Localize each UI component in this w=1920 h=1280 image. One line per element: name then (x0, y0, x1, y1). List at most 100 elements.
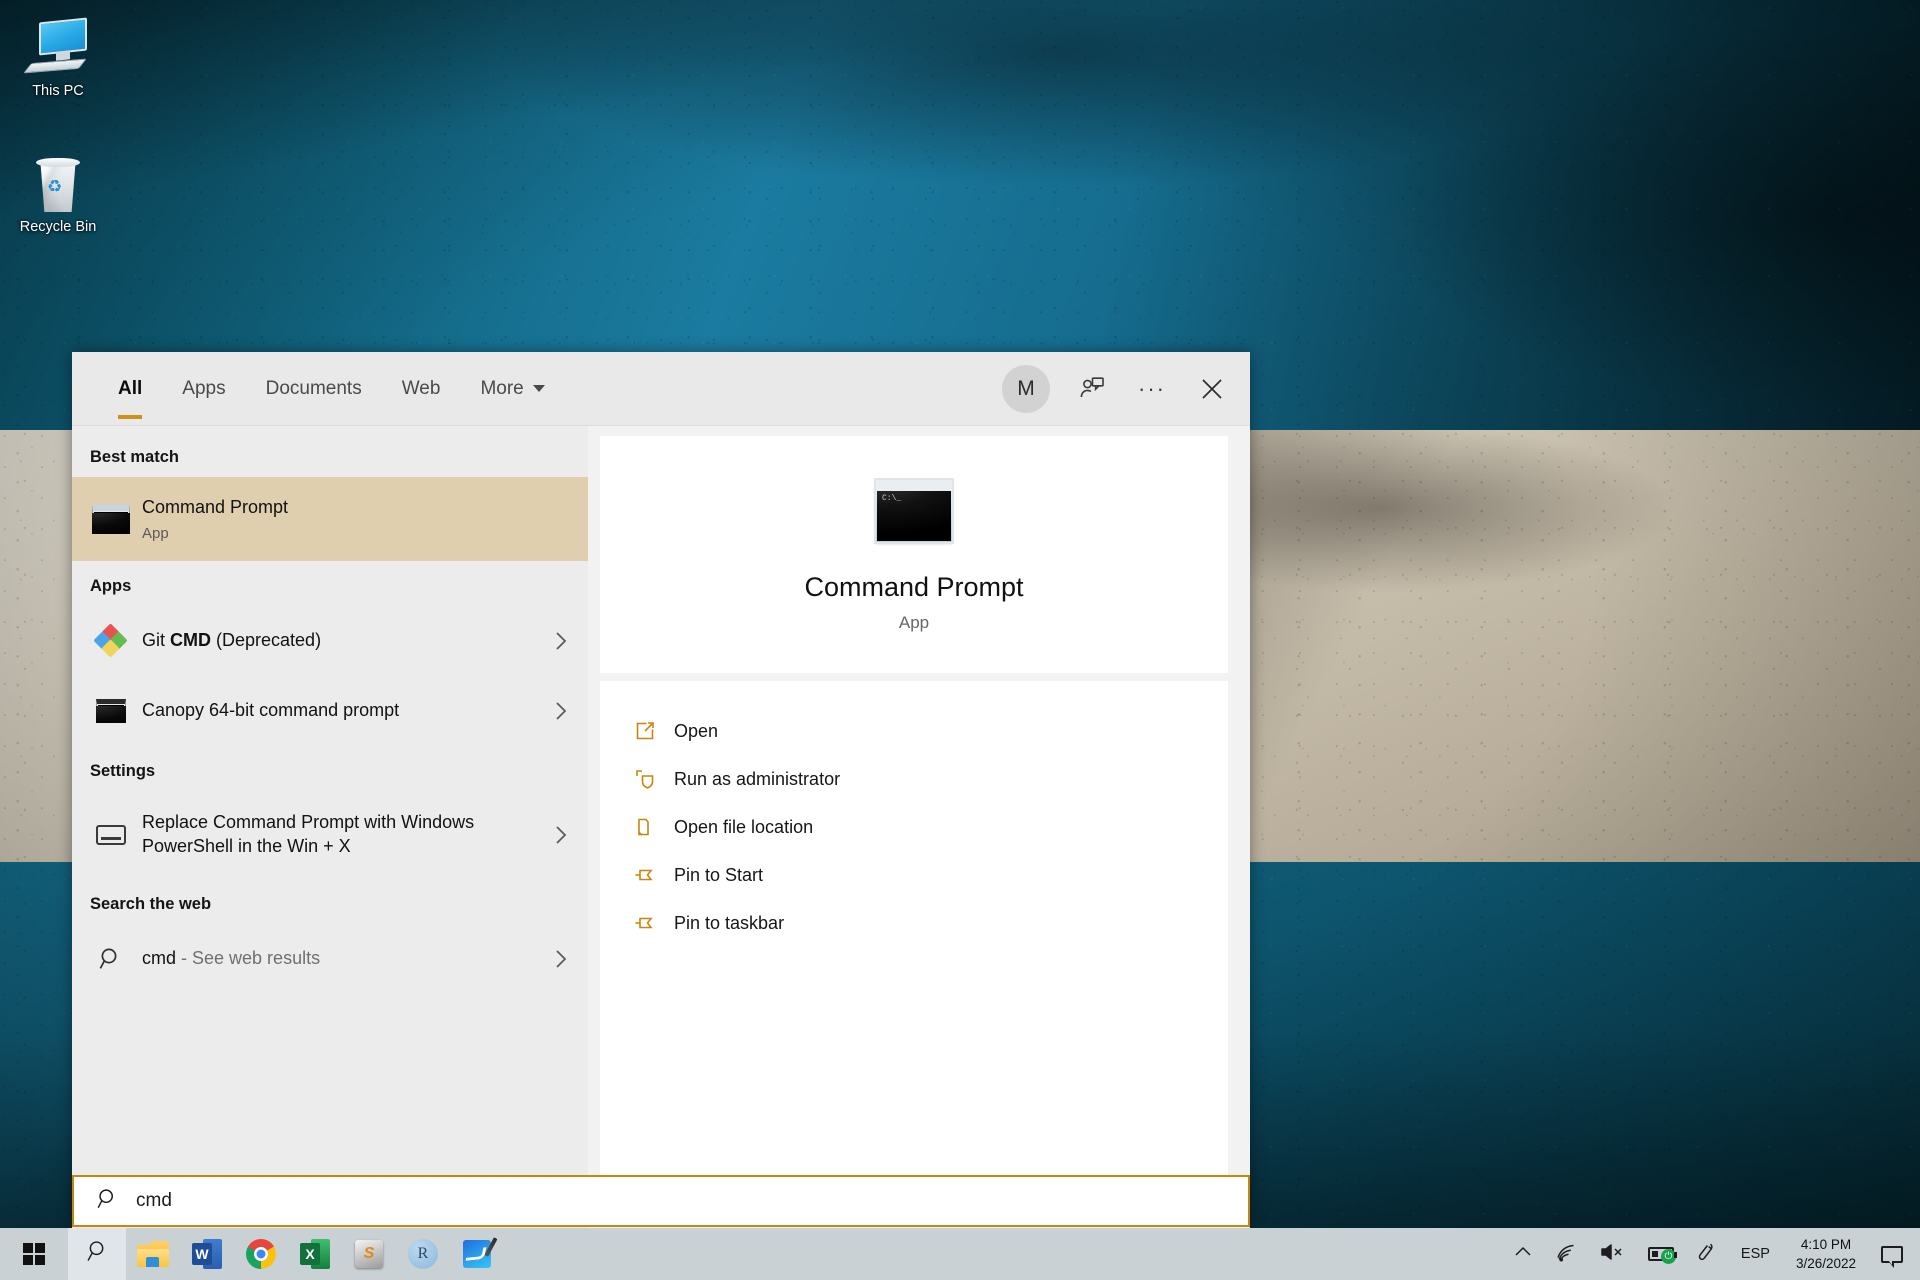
tab-label: Web (401, 377, 441, 399)
pin-icon (634, 864, 674, 886)
action-open[interactable]: Open (600, 707, 1228, 755)
search-icon (90, 946, 132, 972)
taskbar-app-file-explorer[interactable] (126, 1228, 180, 1280)
action-pin-to-taskbar[interactable]: Pin to taskbar (600, 899, 1228, 947)
tab-web[interactable]: Web (382, 352, 461, 425)
tab-apps[interactable]: Apps (162, 352, 245, 425)
result-item-command-prompt[interactable]: Command Prompt App (72, 477, 588, 561)
tab-documents[interactable]: Documents (246, 352, 382, 425)
avatar[interactable]: M (1002, 364, 1050, 413)
feedback-person-icon[interactable] (1064, 361, 1120, 417)
file-explorer-icon (137, 1241, 169, 1267)
taskbar-app-onenote[interactable] (450, 1228, 504, 1280)
network-button[interactable] (1543, 1228, 1589, 1280)
result-title: cmd - See web results (142, 948, 321, 969)
section-heading-best-match: Best match (90, 448, 179, 466)
search-results-column: Best match Command Prompt App Apps Git C… (72, 426, 588, 1228)
result-text: Canopy 64-bit command prompt (132, 699, 544, 723)
result-item-replace-command-prompt[interactable]: Replace Command Prompt with Windows Powe… (72, 791, 588, 879)
word-icon-letter: W (192, 1243, 212, 1265)
section-heading-search-the-web: Search the web (90, 895, 212, 913)
taskbar-app-chrome[interactable] (234, 1228, 288, 1280)
action-pin-to-start[interactable]: Pin to Start (600, 851, 1228, 899)
shield-icon (634, 768, 674, 790)
clock-time: 4:10 PM (1800, 1236, 1852, 1252)
tab-label: All (118, 377, 143, 399)
result-text: Command Prompt App (132, 496, 578, 542)
settings-taskbar-icon (90, 825, 132, 845)
result-item-canopy-prompt[interactable]: Canopy 64-bit command prompt (72, 676, 588, 746)
taskbar-app-rstudio[interactable]: R (396, 1228, 450, 1280)
battery-button[interactable]: ⏻ (1637, 1228, 1685, 1280)
result-title: Canopy 64-bit command prompt (142, 700, 400, 721)
result-title: Git CMD (Deprecated) (142, 630, 322, 651)
excel-icon-letter: X (300, 1243, 320, 1265)
language-indicator[interactable]: ESP (1729, 1246, 1782, 1262)
desktop-icon-label: This PC (32, 83, 84, 99)
show-hidden-icons-button[interactable] (1503, 1228, 1543, 1280)
taskbar-app-sublime-text[interactable]: S (342, 1228, 396, 1280)
action-center-button[interactable] (1870, 1228, 1914, 1280)
tab-more[interactable]: More (460, 352, 564, 425)
desktop-icon-label: Recycle Bin (19, 219, 97, 235)
pen-button[interactable] (1685, 1228, 1729, 1280)
preview-icon-prompt-text: C:\_ (882, 494, 902, 503)
preview-action-list: Open Run as administrator Open file loca… (600, 681, 1228, 1218)
desktop-icon-recycle-bin[interactable]: ♻ Recycle Bin (6, 150, 110, 236)
volume-button[interactable] (1589, 1228, 1637, 1280)
command-prompt-icon (90, 504, 132, 534)
onenote-icon (463, 1237, 498, 1268)
system-tray: ⏻ ESP 4:10 PM 3/26/2022 (1503, 1228, 1920, 1280)
more-options-button[interactable]: ··· (1124, 361, 1180, 417)
pen-icon (1696, 1241, 1718, 1268)
search-icon (85, 1239, 110, 1269)
search-panel-header: All Apps Documents Web More M ··· (72, 352, 1250, 426)
action-label: Pin to taskbar (674, 912, 785, 933)
clock[interactable]: 4:10 PM 3/26/2022 (1782, 1228, 1870, 1280)
desktop-icon-this-pc[interactable]: This PC (6, 14, 110, 100)
tab-all[interactable]: All (98, 352, 162, 425)
command-prompt-icon: C:\_ (876, 480, 952, 542)
search-input-value: cmd (136, 1190, 172, 1211)
search-preview-column: C:\_ Command Prompt App Open Run as admi… (588, 426, 1250, 1228)
taskbar-app-excel[interactable]: X (288, 1228, 342, 1280)
chevron-up-icon (1514, 1245, 1532, 1264)
chevron-right-icon[interactable] (544, 824, 578, 846)
start-button[interactable] (0, 1228, 68, 1280)
taskbar-app-word[interactable]: W (180, 1228, 234, 1280)
search-panel-body: Best match Command Prompt App Apps Git C… (72, 426, 1250, 1228)
pin-icon (634, 912, 674, 934)
word-icon: W (192, 1239, 222, 1269)
result-item-git-cmd[interactable]: Git CMD (Deprecated) (72, 606, 588, 676)
rstudio-icon: R (408, 1239, 438, 1269)
action-label: Open file location (674, 816, 814, 837)
result-item-web-search[interactable]: cmd - See web results (72, 924, 588, 994)
sublime-text-icon: S (355, 1240, 383, 1268)
search-tabs: All Apps Documents Web More (72, 352, 565, 425)
result-text: Replace Command Prompt with Windows Powe… (132, 811, 544, 859)
action-run-as-administrator[interactable]: Run as administrator (600, 755, 1228, 803)
result-title: Replace Command Prompt with Windows Powe… (142, 812, 475, 856)
this-pc-icon (6, 14, 110, 76)
action-open-file-location[interactable]: Open file location (600, 803, 1228, 851)
folder-icon (634, 816, 674, 838)
volume-muted-icon (1600, 1242, 1626, 1267)
avatar-initial: M (1017, 376, 1035, 400)
section-heading-settings: Settings (90, 762, 156, 780)
chevron-right-icon[interactable] (544, 700, 578, 722)
close-icon[interactable] (1184, 361, 1240, 417)
open-icon (634, 720, 674, 742)
taskbar: W X S R ⏻ ESP 4:10 PM 3/26/2022 (0, 1228, 1920, 1280)
git-cmd-icon (90, 623, 132, 658)
battery-charging-icon: ⏻ (1647, 1247, 1677, 1264)
chrome-icon (246, 1239, 276, 1269)
windows-logo-icon (23, 1243, 45, 1265)
chevron-right-icon[interactable] (544, 948, 578, 970)
search-input[interactable]: cmd (72, 1175, 1250, 1227)
result-title: Command Prompt (142, 497, 289, 518)
chevron-right-icon[interactable] (544, 630, 578, 652)
taskbar-search-button[interactable] (68, 1228, 126, 1280)
tab-label: Documents (265, 377, 362, 399)
clock-date: 3/26/2022 (1795, 1256, 1856, 1271)
desktop: This PC ♻ Recycle Bin All Apps Documents (0, 0, 1920, 1280)
